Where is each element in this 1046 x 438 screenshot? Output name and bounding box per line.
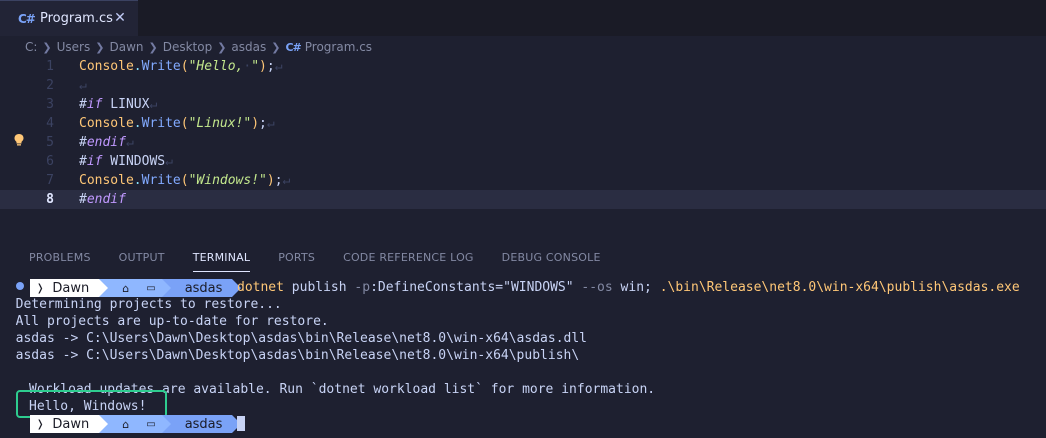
prompt-user-segment: ❭ Dawn: [30, 279, 100, 297]
home-icon: ⌂: [122, 417, 130, 431]
code-text: Console.Write("Hello,·");↵: [79, 59, 283, 74]
prompt-home-segment: ⌂: [108, 415, 136, 433]
prompt-dir: asdas: [184, 280, 223, 296]
prompt-folder-segment: ▭: [144, 279, 162, 297]
prompt-user: Dawn: [52, 416, 90, 432]
code-editor[interactable]: 1 Console.Write("Hello,·");↵ 2 ↵ 3 #if L…: [0, 57, 1046, 212]
chevron-right-icon: ❭: [36, 282, 45, 294]
code-line-current[interactable]: 8 #endif: [0, 190, 1046, 209]
tab-label: Program.cs: [40, 11, 113, 26]
code-line[interactable]: 1 Console.Write("Hello,·");↵: [0, 57, 1046, 76]
command-name: dotnet: [237, 280, 284, 295]
chevron-right-icon: ❯: [271, 40, 281, 54]
terminal-output-line: asdas -> C:\Users\Dawn\Desktop\asdas\bin…: [0, 331, 587, 346]
chevron-right-icon: ❯: [95, 40, 105, 54]
powerline-separator: [135, 415, 145, 433]
breadcrumb: C: ❯ Users ❯ Dawn ❯ Desktop ❯ asdas ❯ C#…: [25, 38, 372, 56]
terminal-command: dotnet publish -p:DefineConstants="WINDO…: [237, 279, 1020, 297]
code-text: #endif: [79, 192, 126, 207]
chevron-right-icon: ❯: [148, 40, 158, 54]
lightbulb-icon[interactable]: [13, 133, 25, 147]
powerline-separator: [161, 415, 171, 433]
tab-debug-console[interactable]: DEBUG CONSOLE: [488, 248, 615, 268]
close-icon[interactable]: ✕: [112, 10, 128, 26]
folder-icon: ▭: [146, 418, 156, 430]
tab-program-cs[interactable]: C# Program.cs ✕: [0, 0, 138, 36]
chevron-right-icon: ❯: [42, 40, 52, 54]
command-exe: .\bin\Release\net8.0\win-x64\publish\asd…: [659, 280, 1020, 295]
prompt-user-segment: ❭ Dawn: [30, 415, 100, 433]
shell-prompt: ❭ Dawn ⌂ ▭ asdas: [30, 415, 242, 433]
chevron-right-icon: ❭: [36, 418, 45, 430]
editor-tab-bar: C# Program.cs ✕: [0, 0, 1046, 36]
code-text: Console.Write("Linux!");↵: [79, 116, 275, 131]
command-flag: -p: [354, 280, 371, 295]
code-text: #if LINUX↵: [79, 97, 158, 112]
terminal-output-line: Determining projects to restore...: [0, 297, 282, 312]
breadcrumb-item-asdas[interactable]: asdas: [231, 40, 266, 54]
powerline-separator: [135, 279, 145, 297]
chevron-right-icon: ❯: [217, 40, 227, 54]
prompt-dir-segment: asdas: [170, 415, 233, 433]
code-text: ↵: [79, 78, 87, 93]
tab-problems[interactable]: PROBLEMS: [0, 248, 105, 268]
shell-prompt: ❭ Dawn ⌂ ▭ asdas: [30, 279, 242, 297]
breadcrumb-item-users[interactable]: Users: [57, 40, 91, 54]
line-number: 4: [46, 116, 54, 131]
powerline-separator: [99, 279, 109, 297]
code-line[interactable]: 6 #if WINDOWS↵: [0, 152, 1046, 171]
powerline-separator: [99, 415, 109, 433]
prompt-dir: asdas: [184, 416, 223, 432]
breadcrumb-item-dawn[interactable]: Dawn: [109, 40, 143, 54]
code-line[interactable]: 4 Console.Write("Linux!");↵: [0, 114, 1046, 133]
code-text: #if WINDOWS↵: [79, 154, 173, 169]
code-text: #endif↵: [79, 135, 134, 150]
panel-tab-bar: PROBLEMS OUTPUT TERMINAL PORTS CODE REFE…: [0, 248, 1046, 272]
line-number: 3: [46, 97, 54, 112]
breadcrumb-item-file[interactable]: Program.cs: [305, 40, 372, 54]
terminal-output-line: All projects are up-to-date for restore.: [0, 314, 329, 329]
prompt-dir-segment: asdas: [170, 279, 233, 297]
code-line[interactable]: 7 Console.Write("Windows!");↵: [0, 171, 1046, 190]
code-text: Console.Write("Windows!");↵: [79, 173, 291, 188]
highlight-box: [16, 390, 167, 418]
line-number: 8: [46, 192, 54, 207]
line-number: 1: [46, 59, 54, 74]
command-sub: publish: [291, 280, 347, 295]
line-number: 7: [46, 173, 54, 188]
command-arg: :DefineConstants="WINDOWS": [370, 280, 574, 295]
prompt-folder-segment: ▭: [144, 415, 162, 433]
command-status-icon[interactable]: [16, 282, 24, 290]
tab-output[interactable]: OUTPUT: [105, 248, 179, 268]
prompt-user: Dawn: [52, 280, 90, 296]
home-icon: ⌂: [122, 281, 130, 295]
terminal-cursor: [237, 416, 245, 431]
line-number: 2: [46, 78, 54, 93]
prompt-home-segment: ⌂: [108, 279, 136, 297]
line-number: 6: [46, 154, 54, 169]
csharp-file-icon: C#: [285, 40, 301, 54]
breadcrumb-item-drive[interactable]: C:: [25, 40, 37, 54]
code-line[interactable]: 3 #if LINUX↵: [0, 95, 1046, 114]
powerline-separator: [161, 279, 171, 297]
tab-terminal[interactable]: TERMINAL: [179, 248, 265, 272]
line-number: 5: [46, 135, 54, 150]
command-flag: --os: [581, 280, 613, 295]
terminal-output-line: asdas -> C:\Users\Dawn\Desktop\asdas\bin…: [0, 348, 580, 363]
command-arg: win;: [620, 280, 652, 295]
breadcrumb-item-desktop[interactable]: Desktop: [163, 40, 213, 54]
code-line[interactable]: 2 ↵: [0, 76, 1046, 95]
tab-code-reference-log[interactable]: CODE REFERENCE LOG: [329, 248, 488, 268]
csharp-file-icon: C#: [18, 11, 36, 26]
folder-icon: ▭: [146, 282, 156, 294]
code-line[interactable]: 5 #endif↵: [0, 133, 1046, 152]
tab-ports[interactable]: PORTS: [264, 248, 329, 268]
